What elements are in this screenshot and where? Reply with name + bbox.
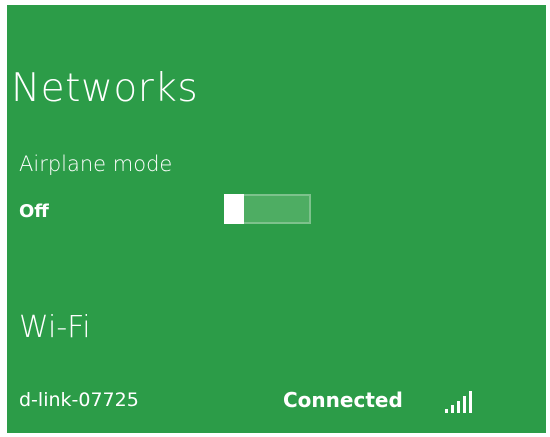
airplane-mode-toggle-track xyxy=(224,194,309,224)
airplane-mode-state: Off xyxy=(19,201,49,222)
airplane-mode-toggle-thumb[interactable] xyxy=(224,194,244,224)
network-item[interactable]: d-link-07725 Connected xyxy=(7,383,546,423)
wifi-section-title: Wi-Fi xyxy=(19,310,91,345)
network-status: Connected xyxy=(283,388,403,412)
panel-title: Networks xyxy=(11,66,199,111)
airplane-mode-label: Airplane mode xyxy=(19,152,173,176)
airplane-mode-toggle[interactable] xyxy=(224,194,311,224)
network-name: d-link-07725 xyxy=(19,389,139,411)
wifi-signal-icon xyxy=(445,391,472,413)
networks-panel: Networks Airplane mode Off Wi-Fi d-link-… xyxy=(7,5,546,433)
